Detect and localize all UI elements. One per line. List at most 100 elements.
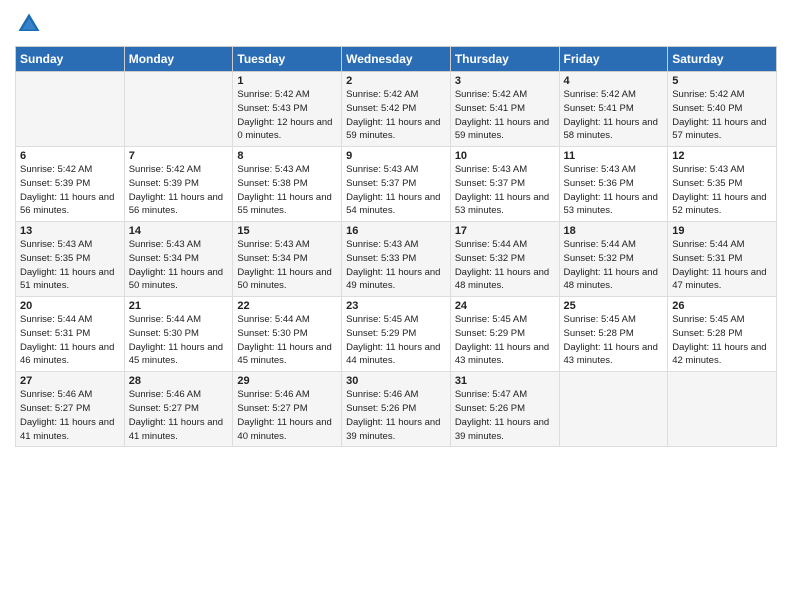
day-number: 8 — [237, 150, 337, 162]
day-number: 10 — [455, 150, 555, 162]
calendar-cell: 10Sunrise: 5:43 AM Sunset: 5:37 PM Dayli… — [450, 147, 559, 222]
day-detail: Sunrise: 5:42 AM Sunset: 5:39 PM Dayligh… — [129, 163, 229, 218]
day-number: 4 — [564, 75, 664, 87]
day-number: 2 — [346, 75, 446, 87]
calendar-cell: 19Sunrise: 5:44 AM Sunset: 5:31 PM Dayli… — [668, 222, 777, 297]
calendar-cell: 23Sunrise: 5:45 AM Sunset: 5:29 PM Dayli… — [342, 297, 451, 372]
calendar-cell — [16, 72, 125, 147]
week-row-4: 27Sunrise: 5:46 AM Sunset: 5:27 PM Dayli… — [16, 372, 777, 447]
week-row-2: 13Sunrise: 5:43 AM Sunset: 5:35 PM Dayli… — [16, 222, 777, 297]
calendar-cell — [668, 372, 777, 447]
calendar-cell: 24Sunrise: 5:45 AM Sunset: 5:29 PM Dayli… — [450, 297, 559, 372]
day-detail: Sunrise: 5:45 AM Sunset: 5:29 PM Dayligh… — [346, 313, 446, 368]
day-number: 23 — [346, 300, 446, 312]
day-number: 31 — [455, 375, 555, 387]
day-detail: Sunrise: 5:46 AM Sunset: 5:26 PM Dayligh… — [346, 388, 446, 443]
day-number: 1 — [237, 75, 337, 87]
day-number: 17 — [455, 225, 555, 237]
day-number: 11 — [564, 150, 664, 162]
day-detail: Sunrise: 5:43 AM Sunset: 5:35 PM Dayligh… — [672, 163, 772, 218]
day-number: 30 — [346, 375, 446, 387]
calendar-cell: 9Sunrise: 5:43 AM Sunset: 5:37 PM Daylig… — [342, 147, 451, 222]
day-header-tuesday: Tuesday — [233, 47, 342, 72]
day-detail: Sunrise: 5:45 AM Sunset: 5:28 PM Dayligh… — [672, 313, 772, 368]
day-header-saturday: Saturday — [668, 47, 777, 72]
day-header-sunday: Sunday — [16, 47, 125, 72]
day-header-thursday: Thursday — [450, 47, 559, 72]
day-detail: Sunrise: 5:44 AM Sunset: 5:30 PM Dayligh… — [237, 313, 337, 368]
day-detail: Sunrise: 5:43 AM Sunset: 5:38 PM Dayligh… — [237, 163, 337, 218]
day-number: 22 — [237, 300, 337, 312]
calendar-cell: 11Sunrise: 5:43 AM Sunset: 5:36 PM Dayli… — [559, 147, 668, 222]
day-detail: Sunrise: 5:46 AM Sunset: 5:27 PM Dayligh… — [129, 388, 229, 443]
day-number: 13 — [20, 225, 120, 237]
day-number: 12 — [672, 150, 772, 162]
calendar-cell: 26Sunrise: 5:45 AM Sunset: 5:28 PM Dayli… — [668, 297, 777, 372]
calendar-cell: 28Sunrise: 5:46 AM Sunset: 5:27 PM Dayli… — [124, 372, 233, 447]
day-detail: Sunrise: 5:42 AM Sunset: 5:40 PM Dayligh… — [672, 88, 772, 143]
calendar-cell: 14Sunrise: 5:43 AM Sunset: 5:34 PM Dayli… — [124, 222, 233, 297]
day-detail: Sunrise: 5:43 AM Sunset: 5:33 PM Dayligh… — [346, 238, 446, 293]
calendar-cell: 18Sunrise: 5:44 AM Sunset: 5:32 PM Dayli… — [559, 222, 668, 297]
day-detail: Sunrise: 5:43 AM Sunset: 5:35 PM Dayligh… — [20, 238, 120, 293]
calendar-table: SundayMondayTuesdayWednesdayThursdayFrid… — [15, 46, 777, 447]
calendar-cell: 17Sunrise: 5:44 AM Sunset: 5:32 PM Dayli… — [450, 222, 559, 297]
header — [15, 10, 777, 38]
calendar-cell: 25Sunrise: 5:45 AM Sunset: 5:28 PM Dayli… — [559, 297, 668, 372]
day-number: 26 — [672, 300, 772, 312]
calendar-cell: 4Sunrise: 5:42 AM Sunset: 5:41 PM Daylig… — [559, 72, 668, 147]
calendar-cell: 21Sunrise: 5:44 AM Sunset: 5:30 PM Dayli… — [124, 297, 233, 372]
day-detail: Sunrise: 5:42 AM Sunset: 5:41 PM Dayligh… — [564, 88, 664, 143]
day-number: 15 — [237, 225, 337, 237]
calendar-cell: 12Sunrise: 5:43 AM Sunset: 5:35 PM Dayli… — [668, 147, 777, 222]
day-detail: Sunrise: 5:43 AM Sunset: 5:36 PM Dayligh… — [564, 163, 664, 218]
day-detail: Sunrise: 5:44 AM Sunset: 5:31 PM Dayligh… — [672, 238, 772, 293]
calendar-cell: 6Sunrise: 5:42 AM Sunset: 5:39 PM Daylig… — [16, 147, 125, 222]
day-detail: Sunrise: 5:42 AM Sunset: 5:39 PM Dayligh… — [20, 163, 120, 218]
day-detail: Sunrise: 5:46 AM Sunset: 5:27 PM Dayligh… — [20, 388, 120, 443]
day-detail: Sunrise: 5:44 AM Sunset: 5:30 PM Dayligh… — [129, 313, 229, 368]
day-number: 16 — [346, 225, 446, 237]
day-detail: Sunrise: 5:47 AM Sunset: 5:26 PM Dayligh… — [455, 388, 555, 443]
day-number: 24 — [455, 300, 555, 312]
day-number: 29 — [237, 375, 337, 387]
day-detail: Sunrise: 5:45 AM Sunset: 5:28 PM Dayligh… — [564, 313, 664, 368]
calendar-cell: 29Sunrise: 5:46 AM Sunset: 5:27 PM Dayli… — [233, 372, 342, 447]
day-number: 3 — [455, 75, 555, 87]
day-number: 7 — [129, 150, 229, 162]
calendar-cell: 30Sunrise: 5:46 AM Sunset: 5:26 PM Dayli… — [342, 372, 451, 447]
day-number: 9 — [346, 150, 446, 162]
calendar-cell: 27Sunrise: 5:46 AM Sunset: 5:27 PM Dayli… — [16, 372, 125, 447]
day-number: 21 — [129, 300, 229, 312]
header-row: SundayMondayTuesdayWednesdayThursdayFrid… — [16, 47, 777, 72]
page: SundayMondayTuesdayWednesdayThursdayFrid… — [0, 0, 792, 612]
week-row-3: 20Sunrise: 5:44 AM Sunset: 5:31 PM Dayli… — [16, 297, 777, 372]
calendar-cell: 5Sunrise: 5:42 AM Sunset: 5:40 PM Daylig… — [668, 72, 777, 147]
day-header-monday: Monday — [124, 47, 233, 72]
logo — [15, 10, 47, 38]
day-detail: Sunrise: 5:43 AM Sunset: 5:34 PM Dayligh… — [237, 238, 337, 293]
day-number: 5 — [672, 75, 772, 87]
day-number: 25 — [564, 300, 664, 312]
calendar-cell — [124, 72, 233, 147]
day-number: 14 — [129, 225, 229, 237]
day-detail: Sunrise: 5:43 AM Sunset: 5:37 PM Dayligh… — [455, 163, 555, 218]
week-row-0: 1Sunrise: 5:42 AM Sunset: 5:43 PM Daylig… — [16, 72, 777, 147]
day-number: 19 — [672, 225, 772, 237]
calendar-cell: 8Sunrise: 5:43 AM Sunset: 5:38 PM Daylig… — [233, 147, 342, 222]
calendar-cell: 22Sunrise: 5:44 AM Sunset: 5:30 PM Dayli… — [233, 297, 342, 372]
calendar-cell: 31Sunrise: 5:47 AM Sunset: 5:26 PM Dayli… — [450, 372, 559, 447]
calendar-cell: 13Sunrise: 5:43 AM Sunset: 5:35 PM Dayli… — [16, 222, 125, 297]
day-detail: Sunrise: 5:44 AM Sunset: 5:32 PM Dayligh… — [564, 238, 664, 293]
calendar-cell: 1Sunrise: 5:42 AM Sunset: 5:43 PM Daylig… — [233, 72, 342, 147]
day-detail: Sunrise: 5:44 AM Sunset: 5:32 PM Dayligh… — [455, 238, 555, 293]
day-header-wednesday: Wednesday — [342, 47, 451, 72]
calendar-cell: 7Sunrise: 5:42 AM Sunset: 5:39 PM Daylig… — [124, 147, 233, 222]
calendar-cell: 2Sunrise: 5:42 AM Sunset: 5:42 PM Daylig… — [342, 72, 451, 147]
day-number: 6 — [20, 150, 120, 162]
day-detail: Sunrise: 5:45 AM Sunset: 5:29 PM Dayligh… — [455, 313, 555, 368]
day-detail: Sunrise: 5:43 AM Sunset: 5:34 PM Dayligh… — [129, 238, 229, 293]
calendar-cell: 3Sunrise: 5:42 AM Sunset: 5:41 PM Daylig… — [450, 72, 559, 147]
week-row-1: 6Sunrise: 5:42 AM Sunset: 5:39 PM Daylig… — [16, 147, 777, 222]
day-detail: Sunrise: 5:42 AM Sunset: 5:42 PM Dayligh… — [346, 88, 446, 143]
